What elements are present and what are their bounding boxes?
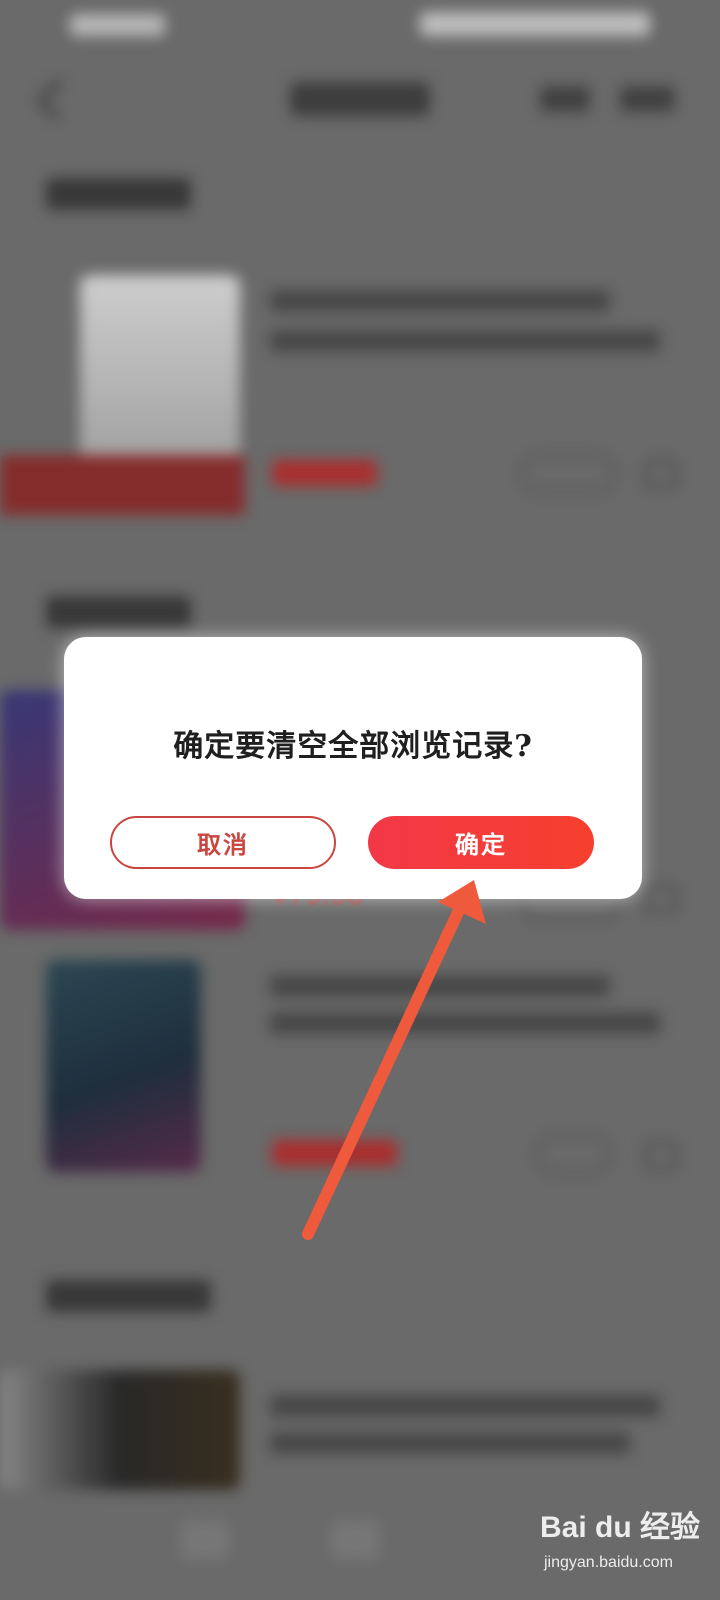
baidu-jingyan-watermark: Bai du 经验 jingyan.baidu.com: [540, 1490, 710, 1590]
annotation-arrow-icon: [302, 880, 486, 1240]
watermark-url: jingyan.baidu.com: [544, 1554, 673, 1571]
watermark-brand: Bai du 经验: [540, 1511, 701, 1544]
